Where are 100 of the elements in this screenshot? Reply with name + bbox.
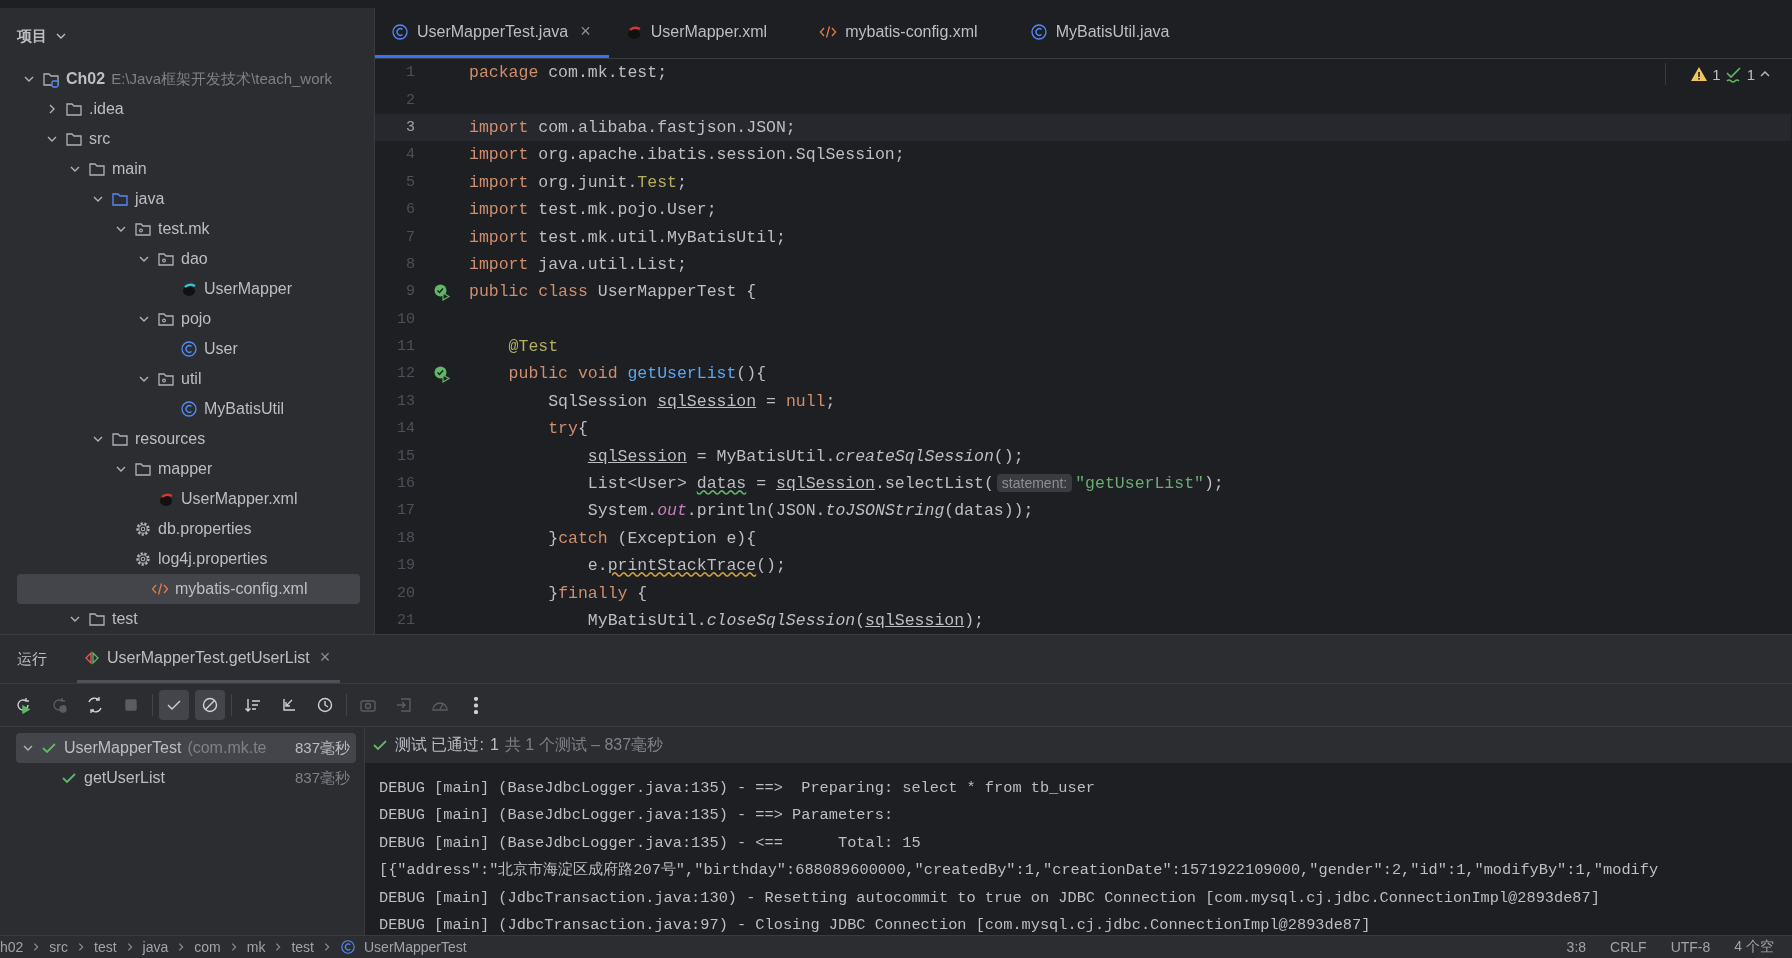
editor-tab[interactable]: mybatis-config.xml bbox=[803, 8, 1014, 58]
collapse-icon bbox=[280, 696, 298, 714]
tree-item[interactable]: java bbox=[0, 184, 360, 214]
tree-item-label: mapper bbox=[158, 460, 213, 478]
path-label: E:\Java框架开发技术\teach_work bbox=[111, 69, 333, 89]
status-item[interactable]: UTF-8 bbox=[1662, 939, 1719, 955]
tree-item[interactable]: mapper bbox=[0, 454, 360, 484]
tree-item[interactable]: test bbox=[0, 604, 360, 634]
test-name: UserMapperTest bbox=[64, 739, 182, 757]
panel-title[interactable]: 项目 bbox=[17, 26, 47, 46]
tree-item-label: Ch02 bbox=[66, 70, 106, 88]
sync-icon bbox=[86, 696, 104, 714]
tree-item[interactable]: User bbox=[0, 334, 360, 364]
status-item[interactable]: CRLF bbox=[1602, 939, 1655, 955]
package-icon bbox=[157, 310, 175, 328]
folder-icon bbox=[111, 430, 129, 448]
clock-icon bbox=[316, 696, 334, 714]
tree-item[interactable]: Ch02 E:\Java框架开发技术\teach_work bbox=[0, 64, 360, 94]
tree-item[interactable]: log4j.properties bbox=[0, 544, 360, 574]
tree-item-label: main bbox=[112, 160, 147, 178]
tree-item-label: User bbox=[204, 340, 238, 358]
console-line: DEBUG [main] (BaseJdbcLogger.java:135) - <== Total: 15 bbox=[379, 832, 922, 854]
stop-icon bbox=[122, 696, 140, 714]
code-line: }catch (Exception e){ bbox=[547, 528, 757, 548]
tree-item[interactable]: .idea bbox=[0, 94, 360, 124]
breadcrumb[interactable]: test bbox=[291, 939, 314, 955]
breadcrumb[interactable]: java bbox=[142, 939, 169, 955]
sort-icon bbox=[244, 696, 262, 714]
typo-count[interactable]: 1 bbox=[1746, 65, 1755, 83]
close-button[interactable]: × bbox=[576, 21, 595, 42]
more-icon bbox=[474, 696, 478, 714]
tree-item[interactable]: pojo bbox=[0, 304, 360, 334]
tree-item-label: UserMapper bbox=[204, 280, 293, 298]
tree-item[interactable]: UserMapper bbox=[0, 274, 360, 304]
run-tab[interactable]: UserMapperTest.getUserList × bbox=[77, 635, 341, 683]
run-test-icon[interactable] bbox=[433, 282, 451, 301]
code-line: SqlSession sqlSession = null; bbox=[547, 391, 836, 411]
code-line: List<User> datas = sqlSession.selectList( statement: "getUserList"); bbox=[586, 474, 1224, 494]
tree-item-label: src bbox=[89, 130, 111, 148]
class-icon bbox=[391, 22, 409, 41]
tree-item[interactable]: mybatis-config.xml bbox=[17, 574, 360, 604]
close-button[interactable]: × bbox=[315, 647, 335, 668]
breadcrumb[interactable]: src bbox=[49, 939, 69, 955]
test-name: getUserList bbox=[84, 769, 165, 787]
editor-tab[interactable]: MyBatisUtil.java bbox=[1013, 8, 1206, 58]
tree-item[interactable]: db.properties bbox=[0, 514, 360, 544]
result-detail: 共 1 个测试 – 837毫秒 bbox=[504, 734, 664, 755]
tree-item[interactable]: main bbox=[0, 154, 360, 184]
tree-item[interactable]: MyBatisUtil bbox=[0, 394, 360, 424]
test-time: 837毫秒 bbox=[294, 738, 350, 758]
tree-item-label: UserMapper.xml bbox=[181, 490, 298, 508]
warning-count[interactable]: 1 bbox=[1712, 65, 1721, 83]
result-count: 1 bbox=[489, 736, 499, 754]
rerun-icon bbox=[14, 696, 32, 714]
toolbar-button[interactable] bbox=[195, 690, 225, 720]
tree-item[interactable]: dao bbox=[0, 244, 360, 274]
code-line: import org.junit.Test; bbox=[469, 172, 687, 192]
breadcrumb[interactable]: UserMapperTest bbox=[364, 939, 467, 955]
tree-item-label: dao bbox=[181, 250, 208, 268]
code-line: MyBatisUtil.closeSqlSession(sqlSession); bbox=[586, 611, 984, 630]
code-line: e.printStackTrace(); bbox=[586, 556, 786, 576]
test-package: (com.mk.te bbox=[187, 739, 267, 757]
tree-item[interactable]: src bbox=[0, 124, 360, 154]
class-icon bbox=[340, 939, 356, 955]
test-item[interactable]: getUserList 837毫秒 bbox=[16, 763, 356, 793]
tree-item-label: util bbox=[181, 370, 202, 388]
console-line: [{"address":"北京市海淀区成府路207号","birthday":688089600000,"createdBy":1,"creationDate":1571922109000,"gender":2,"id":1,"modifyBy":1,"modify bbox=[379, 860, 1660, 882]
status-item[interactable]: 3:8 bbox=[1558, 939, 1595, 955]
package-icon bbox=[157, 250, 175, 268]
breadcrumb[interactable]: com bbox=[194, 939, 221, 955]
tree-item-label: test.mk bbox=[158, 220, 210, 238]
tree-item[interactable]: util bbox=[0, 364, 360, 394]
class-icon bbox=[180, 400, 198, 418]
tree-item[interactable]: test.mk bbox=[0, 214, 360, 244]
test-time: 837毫秒 bbox=[294, 768, 350, 788]
test-item[interactable]: UserMapperTest (com.mk.te 837毫秒 bbox=[16, 733, 356, 763]
cancel-icon bbox=[201, 696, 219, 714]
spellcheck-icon[interactable] bbox=[1724, 65, 1743, 83]
class-icon bbox=[180, 340, 198, 358]
folder-icon bbox=[111, 190, 129, 208]
tree-item[interactable]: resources bbox=[0, 424, 360, 454]
code-line: }finally { bbox=[547, 583, 648, 603]
editor-tab[interactable]: UserMapper.xml bbox=[608, 8, 804, 58]
code-line: public void getUserList(){ bbox=[507, 364, 767, 384]
editor-tab[interactable]: UserMapperTest.java × bbox=[375, 8, 609, 58]
tree-item-label: java bbox=[135, 190, 165, 208]
code-line: import com.alibaba.fastjson.JSON; bbox=[469, 117, 796, 137]
breadcrumb[interactable]: test bbox=[94, 939, 117, 955]
breadcrumb[interactable]: h02 bbox=[0, 939, 24, 955]
tree-item-label: resources bbox=[135, 430, 206, 448]
export-icon bbox=[395, 696, 413, 714]
warning-icon[interactable] bbox=[1690, 65, 1709, 83]
code-line: import test.mk.pojo.User; bbox=[469, 200, 717, 220]
run-test-icon[interactable] bbox=[433, 365, 451, 383]
breadcrumb[interactable]: mk bbox=[246, 939, 266, 955]
console-line: DEBUG [main] (JdbcTransaction.java:130) - Resetting autocommit to true on JDBC Connection [com.mysql.cj.jdbc.ConnectionImpl@2893de87] bbox=[379, 887, 1601, 909]
console-line: DEBUG [main] (JdbcTransaction.java:97) - Closing JDBC Connection [com.mysql.cj.jdbc.ConnectionImpl@2893de87] bbox=[379, 914, 1372, 936]
tree-item[interactable]: UserMapper.xml bbox=[0, 484, 360, 514]
status-item[interactable]: 4 个空 bbox=[1726, 938, 1782, 956]
folder-icon bbox=[65, 130, 83, 148]
